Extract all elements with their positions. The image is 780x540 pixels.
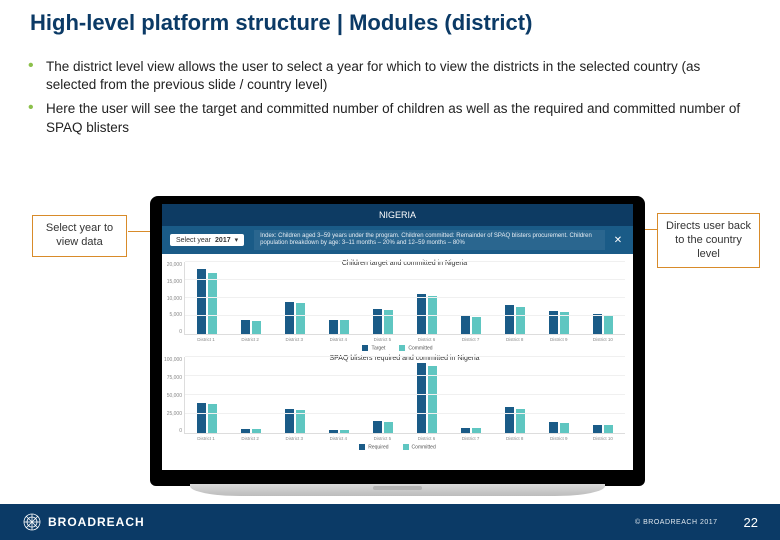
bullet-list: The district level view allows the user … [28, 58, 750, 143]
app-toolbar: Select year 2017 ▾ Index: Children aged … [162, 226, 633, 254]
header-note: Index: Children aged 3–59 years under th… [254, 230, 605, 249]
app-screen: NIGERIA Select year 2017 ▾ Index: Childr… [162, 204, 633, 470]
chevron-down-icon: ▾ [235, 236, 239, 244]
copyright: © BROADREACH 2017 [635, 519, 718, 526]
close-icon[interactable]: ✕ [609, 231, 627, 249]
laptop-base [190, 484, 605, 496]
selected-year: 2017 [215, 237, 231, 244]
slide-footer: BROADREACH © BROADREACH 2017 22 [0, 504, 780, 540]
select-year-label: Select year [176, 237, 211, 244]
chart-area: Children target and committed in Nigeria… [162, 254, 633, 470]
brand-logo-icon [22, 512, 42, 532]
bullet-item: The district level view allows the user … [28, 58, 750, 94]
plot-area [184, 357, 625, 434]
bullet-item: Here the user will see the target and co… [28, 100, 750, 136]
chart-children: Children target and committed in Nigeria… [162, 254, 633, 349]
chart-spaq: SPAQ blisters required and committed in … [162, 349, 633, 448]
country-name: NIGERIA [379, 210, 416, 220]
page-number: 22 [744, 515, 758, 530]
callout-select-year: Select year to view data [32, 215, 127, 257]
slide-title: High-level platform structure | Modules … [30, 10, 532, 36]
laptop-mockup: NIGERIA Select year 2017 ▾ Index: Childr… [150, 196, 645, 486]
brand-name: BROADREACH [48, 515, 145, 529]
legend: RequiredCommitted [162, 444, 633, 450]
bars [185, 262, 625, 334]
callout-back-country: Directs user back to the country level [657, 213, 760, 268]
app-header: NIGERIA [162, 204, 633, 226]
y-axis: 20,00015,00010,0005,0000 [164, 262, 182, 335]
plot-area [184, 262, 625, 335]
y-axis: 100,00075,00050,00025,0000 [164, 357, 182, 434]
year-selector[interactable]: Select year 2017 ▾ [170, 234, 244, 246]
